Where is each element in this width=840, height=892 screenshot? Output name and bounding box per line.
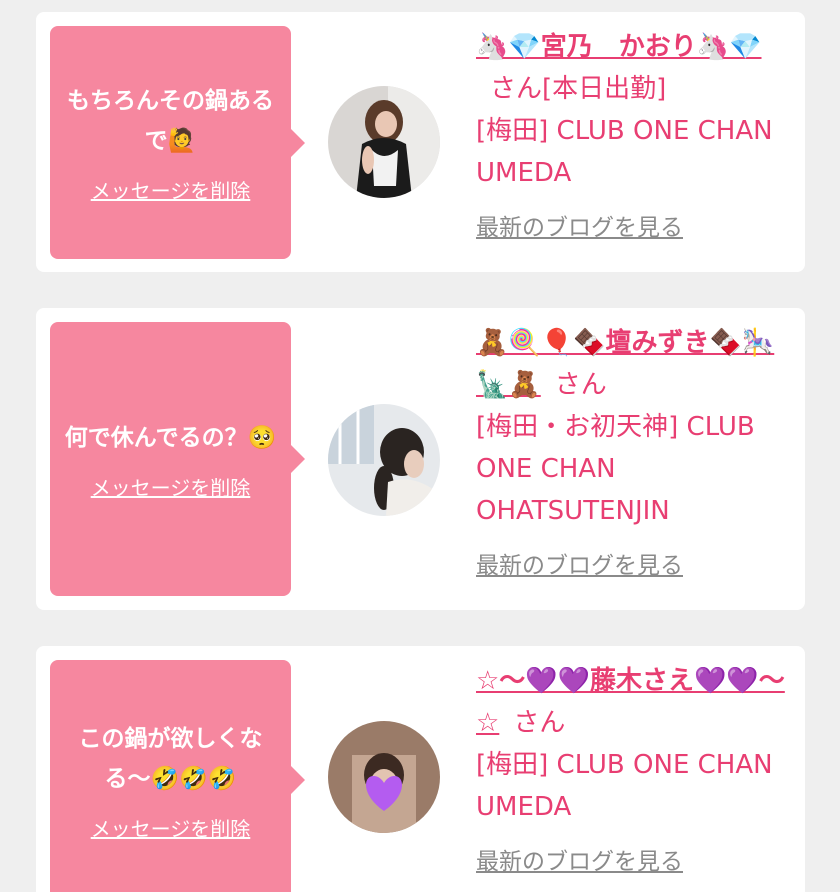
message-text: 何で休んでるの？🥺 [64, 424, 277, 451]
cast-name-link[interactable]: 🧸🍭🎈🍫壇みずき🍫🎠🗽🧸 [476, 328, 774, 400]
delete-message-link[interactable]: メッセージを削除 [91, 175, 251, 204]
delete-message-link[interactable]: メッセージを削除 [91, 813, 251, 842]
message-card: この鍋が欲しくなる〜🤣🤣🤣 メッセージを削除 ☆〜💜💜藤木さえ💜💜〜☆ さん [梅… [36, 646, 805, 892]
cast-info: ☆〜💜💜藤木さえ💜💜〜☆ さん [梅田] CLUB ONE CHAN UMEDA … [476, 660, 796, 876]
honorific: さん [513, 708, 566, 738]
latest-blog-link[interactable]: 最新のブログを見る [476, 546, 796, 580]
avatar[interactable] [328, 404, 440, 516]
cast-info: 🧸🍭🎈🍫壇みずき🍫🎠🗽🧸 さん [梅田・お初天神] CLUB ONE CHAN O… [476, 322, 796, 580]
cast-name-line: 🧸🍭🎈🍫壇みずき🍫🎠🗽🧸 さん [476, 322, 796, 406]
shop-name: [梅田] CLUB ONE CHAN UMEDA [476, 116, 773, 188]
avatar[interactable] [328, 86, 440, 198]
message-bubble: 何で休んでるの？🥺 メッセージを削除 [50, 322, 305, 596]
honorific: さん[本日出勤] [490, 74, 667, 104]
message-card: 何で休んでるの？🥺 メッセージを削除 🧸🍭🎈🍫壇みずき🍫🎠🗽🧸 さん [梅田・お初… [36, 308, 805, 610]
latest-blog-link[interactable]: 最新のブログを見る [476, 208, 796, 242]
avatar[interactable] [328, 721, 440, 833]
cast-name-line: 🦄💎宮乃 かおり🦄💎 さん[本日出勤] [476, 26, 796, 110]
delete-message-link[interactable]: メッセージを削除 [91, 472, 251, 501]
message-text: もちろんその鍋あるで🙋 [67, 88, 274, 154]
message-card: もちろんその鍋あるで🙋 メッセージを削除 🦄💎宮乃 かおり🦄💎 さん[本日出勤] … [36, 12, 805, 272]
shop-name: [梅田・お初天神] CLUB ONE CHAN OHATSUTENJIN [476, 412, 755, 526]
message-bubble: もちろんその鍋あるで🙋 メッセージを削除 [50, 26, 305, 259]
latest-blog-link[interactable]: 最新のブログを見る [476, 842, 796, 876]
cast-info: 🦄💎宮乃 かおり🦄💎 さん[本日出勤] [梅田] CLUB ONE CHAN UM… [476, 26, 796, 242]
cast-name-line: ☆〜💜💜藤木さえ💜💜〜☆ さん [476, 660, 796, 744]
message-text: この鍋が欲しくなる〜🤣🤣🤣 [78, 725, 263, 792]
shop-name: [梅田] CLUB ONE CHAN UMEDA [476, 750, 773, 822]
cast-name-link[interactable]: 🦄💎宮乃 かおり🦄💎 [476, 32, 762, 62]
message-bubble: この鍋が欲しくなる〜🤣🤣🤣 メッセージを削除 [50, 660, 305, 892]
honorific: さん [554, 370, 607, 400]
